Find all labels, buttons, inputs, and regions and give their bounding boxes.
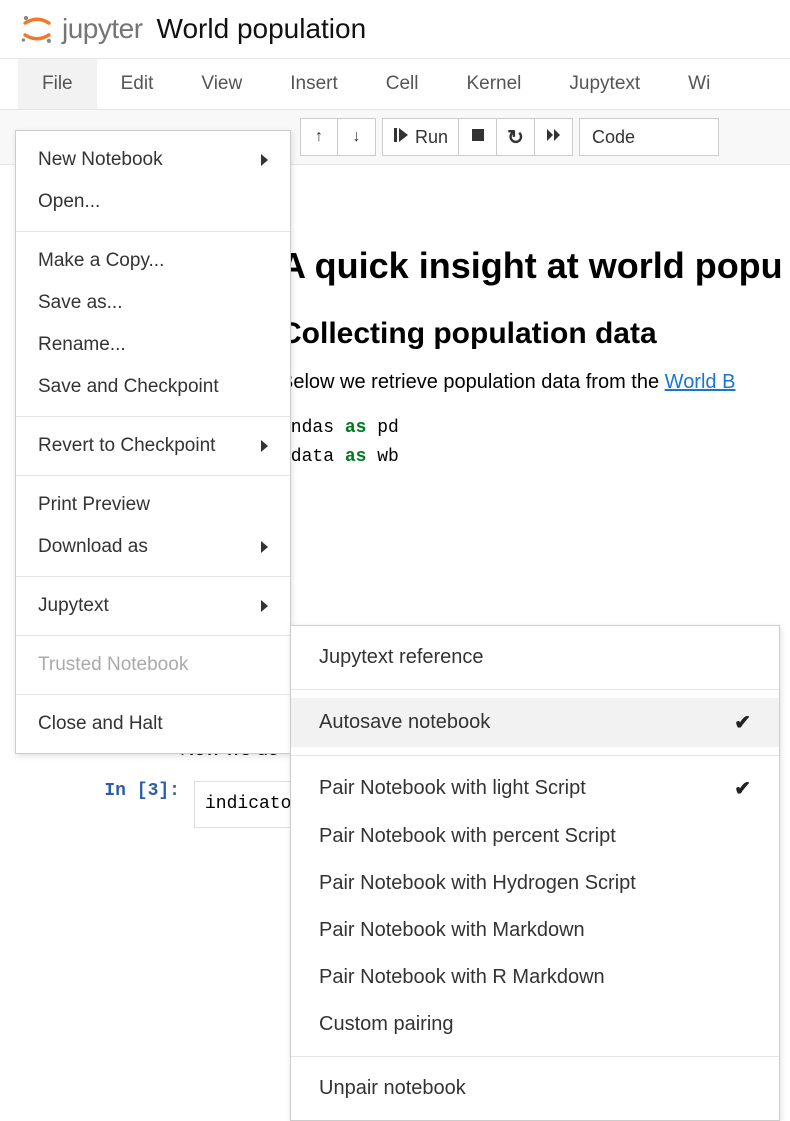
- fast-forward-button[interactable]: [535, 118, 573, 156]
- jupytext-pair-hydrogen[interactable]: Pair Notebook with Hydrogen Script: [291, 860, 779, 907]
- menubar: File Edit View Insert Cell Kernel Jupyte…: [0, 58, 790, 110]
- check-icon: ✔: [734, 776, 751, 801]
- jupytext-pair-light[interactable]: Pair Notebook with light Script✔: [291, 764, 779, 813]
- file-jupytext[interactable]: Jupytext: [16, 585, 290, 627]
- caret-right-icon: [261, 541, 268, 553]
- header: jupyter World population: [0, 0, 790, 58]
- prompt-in-3: In [3]:: [104, 781, 180, 801]
- run-button[interactable]: Run: [382, 118, 459, 156]
- code-cell-1[interactable]: andas as pd bdata as wb: [280, 414, 750, 472]
- menu-edit[interactable]: Edit: [97, 59, 178, 109]
- file-new-notebook[interactable]: New Notebook: [16, 139, 290, 181]
- restart-icon: ↻: [507, 125, 524, 150]
- world-bank-link[interactable]: World B: [665, 371, 736, 393]
- jupytext-pair-rmarkdown[interactable]: Pair Notebook with R Markdown: [291, 954, 779, 1001]
- stop-icon: [470, 127, 486, 148]
- heading-1: A quick insight at world popu: [280, 245, 750, 287]
- file-trusted-notebook: Trusted Notebook: [16, 644, 290, 686]
- caret-right-icon: [261, 600, 268, 612]
- move-down-button[interactable]: ↓: [338, 118, 376, 156]
- move-up-button[interactable]: ↑: [300, 118, 338, 156]
- file-open[interactable]: Open...: [16, 181, 290, 223]
- check-icon: ✔: [734, 710, 751, 735]
- stop-button[interactable]: [459, 118, 497, 156]
- celltype-select[interactable]: Code: [579, 118, 719, 156]
- play-icon: [393, 127, 409, 148]
- file-revert-checkpoint[interactable]: Revert to Checkpoint: [16, 425, 290, 467]
- paragraph: Below we retrieve population data from t…: [280, 371, 750, 394]
- menu-file[interactable]: File: [18, 59, 97, 109]
- caret-right-icon: [261, 154, 268, 166]
- file-make-copy[interactable]: Make a Copy...: [16, 240, 290, 282]
- jupytext-pair-markdown[interactable]: Pair Notebook with Markdown: [291, 907, 779, 954]
- jupytext-autosave[interactable]: Autosave notebook✔: [291, 698, 779, 747]
- logo: jupyter: [20, 12, 143, 46]
- menu-kernel[interactable]: Kernel: [442, 59, 545, 109]
- jupytext-custom-pairing[interactable]: Custom pairing: [291, 1001, 779, 1048]
- celltype-value: Code: [592, 127, 635, 148]
- run-label: Run: [415, 127, 448, 148]
- file-save-as[interactable]: Save as...: [16, 282, 290, 324]
- arrow-down-icon: ↓: [353, 128, 361, 146]
- notebook-title[interactable]: World population: [157, 13, 367, 45]
- file-dropdown: New Notebook Open... Make a Copy... Save…: [15, 130, 291, 754]
- menu-widgets[interactable]: Wi: [664, 59, 734, 109]
- menu-cell[interactable]: Cell: [362, 59, 443, 109]
- file-save-checkpoint[interactable]: Save and Checkpoint: [16, 366, 290, 408]
- file-download-as[interactable]: Download as: [16, 526, 290, 568]
- menu-insert[interactable]: Insert: [266, 59, 362, 109]
- logo-text: jupyter: [62, 13, 143, 45]
- restart-button[interactable]: ↻: [497, 118, 535, 156]
- arrow-up-icon: ↑: [315, 128, 323, 146]
- jupyter-logo-icon: [20, 12, 54, 46]
- file-print-preview[interactable]: Print Preview: [16, 484, 290, 526]
- jupytext-pair-percent[interactable]: Pair Notebook with percent Script: [291, 813, 779, 860]
- caret-right-icon: [261, 440, 268, 452]
- fast-forward-icon: [546, 127, 562, 148]
- heading-2: Collecting population data: [280, 317, 750, 351]
- menu-view[interactable]: View: [177, 59, 266, 109]
- file-rename[interactable]: Rename...: [16, 324, 290, 366]
- menu-jupytext[interactable]: Jupytext: [545, 59, 664, 109]
- file-close-halt[interactable]: Close and Halt: [16, 703, 290, 745]
- jupytext-submenu: Jupytext reference Autosave notebook✔ Pa…: [290, 625, 780, 1121]
- jupytext-reference[interactable]: Jupytext reference: [291, 634, 779, 681]
- jupytext-unpair[interactable]: Unpair notebook: [291, 1065, 779, 1112]
